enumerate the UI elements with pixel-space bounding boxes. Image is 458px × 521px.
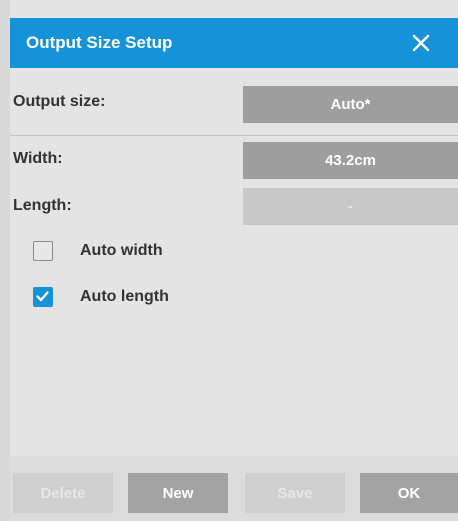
auto-length-checkbox[interactable] <box>33 287 53 307</box>
width-label: Width: <box>13 150 63 167</box>
close-button[interactable] <box>406 28 436 58</box>
new-button[interactable]: New <box>128 473 228 513</box>
auto-length-label: Auto length <box>80 288 169 305</box>
auto-width-checkbox[interactable] <box>33 241 53 261</box>
ok-button[interactable]: OK <box>360 473 458 513</box>
close-icon <box>412 34 430 52</box>
dialog-footer: Delete New Save OK <box>10 456 458 521</box>
dialog-titlebar: Output Size Setup <box>10 18 458 68</box>
length-label: Length: <box>13 197 72 214</box>
divider <box>10 135 458 136</box>
length-field[interactable]: - <box>243 188 458 225</box>
width-field[interactable]: 43.2cm <box>243 142 458 179</box>
delete-button[interactable]: Delete <box>13 473 113 513</box>
checkmark-icon <box>36 291 49 302</box>
output-size-dialog: Output Size Setup Output size: Auto* Wid… <box>10 0 458 521</box>
dialog-title: Output Size Setup <box>26 33 173 52</box>
save-button[interactable]: Save <box>245 473 345 513</box>
output-size-button[interactable]: Auto* <box>243 86 458 123</box>
auto-width-label: Auto width <box>80 242 163 259</box>
output-size-label: Output size: <box>13 93 106 110</box>
